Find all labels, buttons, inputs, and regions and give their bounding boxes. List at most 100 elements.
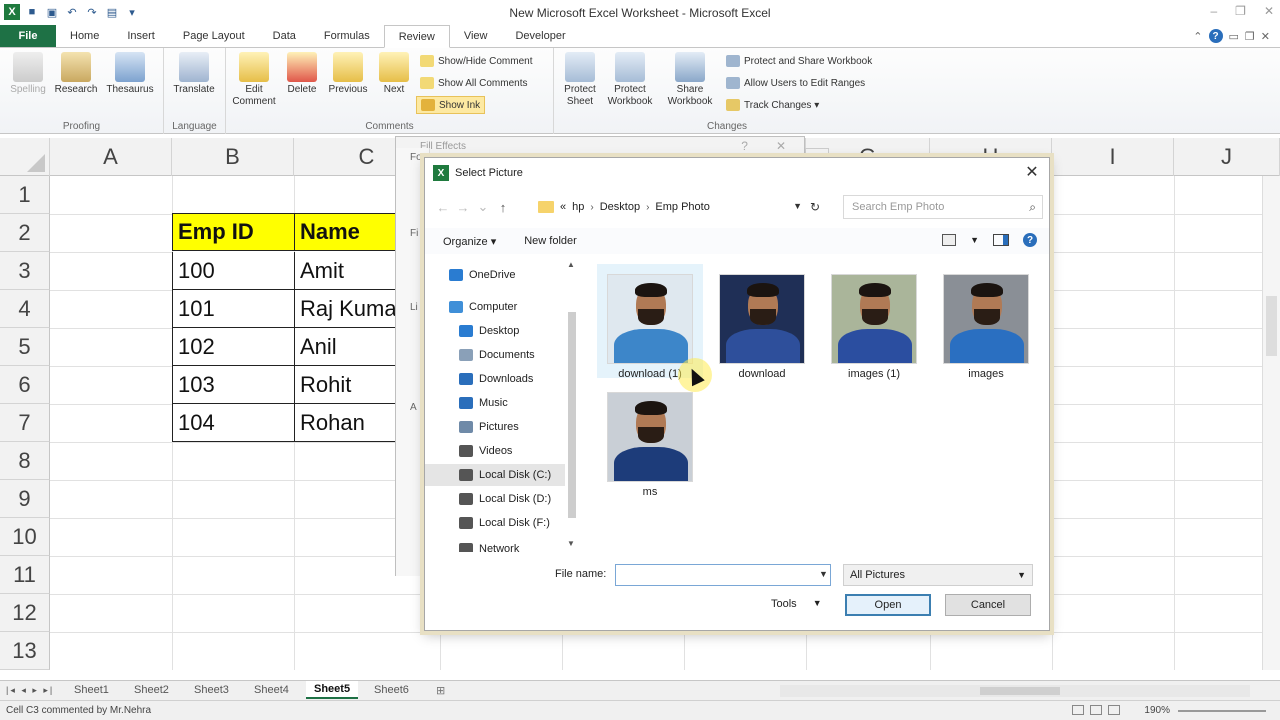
edit-comment-button[interactable]: Edit Comment [228,52,280,108]
sheet-nav-arrows-icon[interactable]: |◂ ◂ ▸ ▸| [6,685,54,696]
normal-view-icon[interactable] [1072,705,1084,715]
delete-comment-button[interactable]: Delete [276,52,328,96]
recent-dropdown-icon[interactable]: ⌄ [473,199,493,215]
nav-item[interactable]: Downloads [425,368,573,390]
nav-item[interactable]: Desktop [425,320,573,342]
tab-developer[interactable]: Developer [501,25,579,47]
row-header-1[interactable]: 1 [0,176,50,214]
protect-share-button[interactable]: Protect and Share Workbook [722,52,876,70]
nav-item[interactable]: Local Disk (C:) [425,464,573,486]
ribbon-restore-icon[interactable]: ❐ [1245,30,1255,43]
file-thumbnail[interactable]: images (1) [821,264,927,380]
navigation-pane-scrollbar[interactable]: ▲ ▼ [565,258,579,550]
show-hide-comment-button[interactable]: Show/Hide Comment [416,52,536,70]
help-icon[interactable]: ? [1208,29,1223,43]
breadcrumb-emp-photo[interactable]: Emp Photo [655,201,709,213]
sheet-tab[interactable]: Sheet5 [306,681,359,699]
show-ink-button[interactable]: Show Ink [416,96,486,114]
vertical-scroll-thumb[interactable] [1266,296,1277,356]
nav-item[interactable]: Documents [425,344,573,366]
breadcrumb-hp[interactable]: hp [572,201,584,213]
fill-effects-help-icon[interactable]: ? [741,139,748,153]
fill-effects-close-icon[interactable]: ✕ [776,139,786,153]
ribbon-close-icon[interactable]: ✕ [1261,30,1270,43]
dialog-help-icon[interactable]: ? [1023,233,1037,247]
nav-item[interactable]: Music [425,392,573,414]
nav-item[interactable]: Local Disk (D:) [425,488,573,510]
row-header-4[interactable]: 4 [0,290,50,328]
nav-item[interactable]: Computer [425,296,573,318]
table-cell[interactable]: 104 [172,404,295,442]
tools-button[interactable]: Tools ▼ [771,598,822,610]
address-dropdown-icon[interactable]: ▼ [793,201,802,211]
close-window-icon[interactable]: ✕ [1264,4,1274,18]
allow-users-button[interactable]: Allow Users to Edit Ranges [722,74,869,92]
preview-pane-icon[interactable] [993,234,1009,246]
spelling-button[interactable]: Spelling [2,52,54,96]
search-box[interactable]: Search Emp Photo ⌕ [843,195,1043,219]
tab-page-layout[interactable]: Page Layout [169,25,259,47]
page-layout-view-icon[interactable] [1090,705,1102,715]
table-cell[interactable]: 100 [172,252,295,290]
nav-item[interactable]: Pictures [425,416,573,438]
tab-data[interactable]: Data [259,25,310,47]
refresh-icon[interactable]: ↻ [810,200,820,214]
scroll-down-icon[interactable]: ▼ [567,539,575,548]
file-thumbnail[interactable]: ms [597,382,703,498]
row-header-11[interactable]: 11 [0,556,50,594]
column-header-b[interactable]: B [172,138,294,176]
scroll-thumb[interactable] [568,312,576,518]
file-thumbnail[interactable]: images [933,264,1039,380]
forward-arrow-icon[interactable]: → [453,200,473,215]
change-view-icon[interactable] [942,234,957,246]
column-header-i[interactable]: I [1052,138,1174,176]
zoom-level[interactable]: 190% [1144,705,1170,716]
nav-item[interactable]: Videos [425,440,573,462]
sheet-tab[interactable]: Sheet6 [366,681,417,699]
sheet-tab[interactable]: Sheet4 [246,681,297,699]
column-header-j[interactable]: J [1174,138,1280,176]
page-break-view-icon[interactable] [1108,705,1120,715]
tab-review[interactable]: Review [383,25,450,48]
row-header-12[interactable]: 12 [0,594,50,632]
nav-item[interactable]: OneDrive [425,264,573,286]
sheet-tab[interactable]: Sheet3 [186,681,237,699]
sheet-tab[interactable]: Sheet2 [126,681,177,699]
row-header-9[interactable]: 9 [0,480,50,518]
sheet-tab[interactable]: Sheet1 [66,681,117,699]
tab-home[interactable]: Home [56,25,113,47]
vertical-scrollbar[interactable] [1262,176,1280,670]
ribbon-minimize-icon[interactable]: ▭ [1229,30,1239,43]
row-header-2[interactable]: 2 [0,214,50,252]
file-type-select[interactable]: All Pictures ▼ [843,564,1033,586]
column-header-a[interactable]: A [50,138,172,176]
cancel-button[interactable]: Cancel [945,594,1031,616]
horizontal-scrollbar[interactable] [780,685,1250,697]
breadcrumb-overflow[interactable]: « [560,201,566,213]
tab-formulas[interactable]: Formulas [310,25,384,47]
organize-button[interactable]: Organize ▾ [443,235,496,248]
show-all-comments-button[interactable]: Show All Comments [416,74,531,92]
table-cell[interactable]: 102 [172,328,295,366]
file-name-dropdown-icon[interactable]: ▼ [819,569,828,579]
protect-sheet-button[interactable]: Protect Sheet [554,52,606,108]
breadcrumb-desktop[interactable]: Desktop [600,201,640,213]
tab-insert[interactable]: Insert [113,25,169,47]
track-changes-button[interactable]: Track Changes ▾ [722,96,823,114]
row-header-3[interactable]: 3 [0,252,50,290]
new-folder-button[interactable]: New folder [524,235,577,247]
translate-button[interactable]: Translate [168,52,220,96]
row-header-8[interactable]: 8 [0,442,50,480]
view-options-dropdown-icon[interactable]: ▼ [970,235,979,245]
insert-sheet-icon[interactable]: ⊞ [436,684,445,697]
horizontal-scroll-thumb[interactable] [980,687,1060,695]
address-bar[interactable]: « hp › Desktop › Emp Photo ▼ ↻ [533,195,825,219]
thesaurus-button[interactable]: Thesaurus [104,52,156,96]
row-header-10[interactable]: 10 [0,518,50,556]
tab-file[interactable]: File [0,25,56,47]
scroll-up-icon[interactable]: ▲ [567,260,575,269]
row-header-13[interactable]: 13 [0,632,50,670]
minimize-ribbon-icon[interactable]: ⌃ [1193,30,1202,43]
next-comment-button[interactable]: Next [368,52,420,96]
row-header-5[interactable]: 5 [0,328,50,366]
